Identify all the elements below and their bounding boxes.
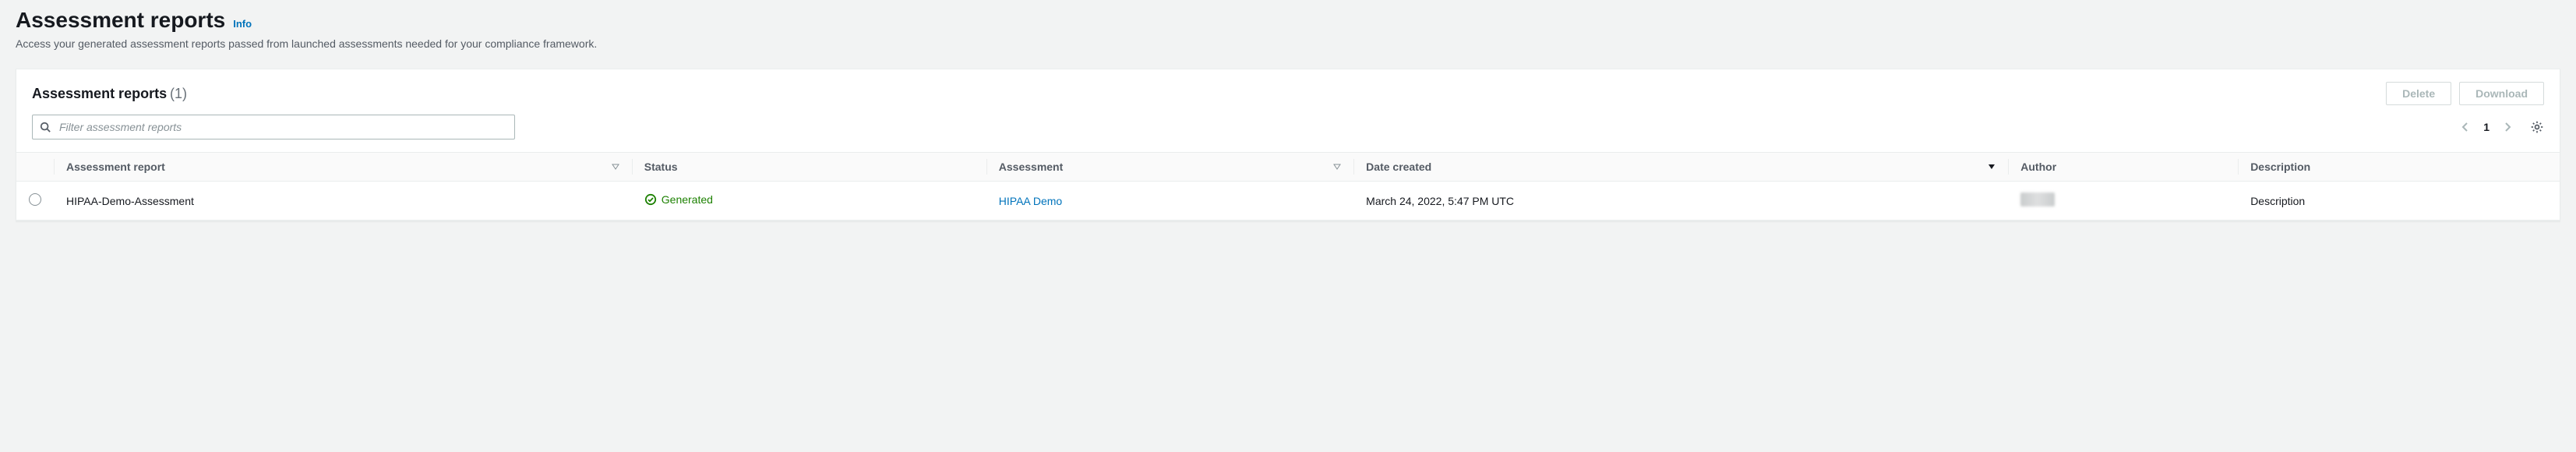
delete-button[interactable]: Delete xyxy=(2386,82,2451,105)
col-report-label: Assessment report xyxy=(66,161,165,173)
col-description-label: Description xyxy=(2250,161,2310,173)
page-subtitle: Access your generated assessment reports… xyxy=(16,37,2560,50)
assessment-link[interactable]: HIPAA Demo xyxy=(999,195,1062,207)
col-description[interactable]: Description xyxy=(2238,153,2560,182)
prev-page-button[interactable] xyxy=(2458,120,2472,134)
cell-date: March 24, 2022, 5:47 PM UTC xyxy=(1353,182,2008,221)
reports-table: Assessment report Status Assessment xyxy=(16,152,2560,221)
panel-count: (1) xyxy=(170,86,187,101)
panel-title: Assessment reports xyxy=(32,86,167,101)
table-row: HIPAA-Demo-Assessment Generated HIPAA De… xyxy=(16,182,2560,221)
page-number: 1 xyxy=(2483,121,2490,133)
col-assessment-label: Assessment xyxy=(999,161,1064,173)
cell-description: Description xyxy=(2238,182,2560,221)
col-date-label: Date created xyxy=(1366,161,1431,173)
col-report[interactable]: Assessment report xyxy=(54,153,632,182)
info-link[interactable]: Info xyxy=(233,18,252,30)
next-page-button[interactable] xyxy=(2500,120,2514,134)
col-status-label: Status xyxy=(644,161,678,173)
sort-icon xyxy=(1333,161,1341,173)
settings-button[interactable] xyxy=(2530,120,2544,134)
status-badge: Generated xyxy=(644,193,713,206)
col-author-label: Author xyxy=(2020,161,2056,173)
author-redacted xyxy=(2020,192,2055,207)
status-text: Generated xyxy=(662,193,713,206)
col-assessment[interactable]: Assessment xyxy=(986,153,1353,182)
cell-author xyxy=(2008,182,2238,221)
download-button[interactable]: Download xyxy=(2459,82,2544,105)
sort-icon-active xyxy=(1988,161,1996,173)
col-status[interactable]: Status xyxy=(632,153,986,182)
check-circle-icon xyxy=(644,193,657,206)
search-icon xyxy=(40,122,51,132)
cell-report: HIPAA-Demo-Assessment xyxy=(54,182,632,221)
col-select xyxy=(16,153,54,182)
col-author[interactable]: Author xyxy=(2008,153,2238,182)
reports-panel: Assessment reports (1) Delete Download 1 xyxy=(16,69,2560,221)
row-select-radio[interactable] xyxy=(29,193,41,206)
sort-icon xyxy=(612,161,619,173)
col-date[interactable]: Date created xyxy=(1353,153,2008,182)
page-title: Assessment reports xyxy=(16,8,225,33)
search-input[interactable] xyxy=(32,115,515,139)
